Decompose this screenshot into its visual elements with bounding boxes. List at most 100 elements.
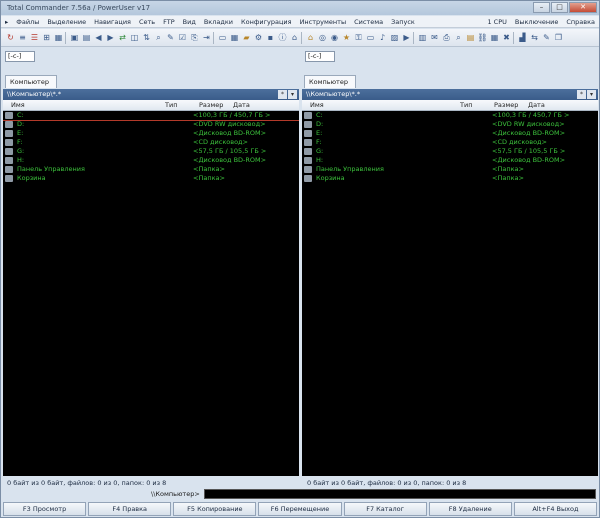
menu-configuration[interactable]: Конфигурация [237, 18, 296, 26]
unpack-icon[interactable]: ▤ [81, 32, 92, 43]
f5-copy-button[interactable]: F5 Копирование [173, 502, 257, 516]
list-item[interactable]: G: <57,5 ГБ / 105,5 ГБ > [302, 147, 598, 156]
list-item[interactable]: Панель Управления <Папка> [302, 165, 598, 174]
menu-cpu[interactable]: 1 CPU [483, 18, 510, 26]
favorites-icon[interactable]: ★ [341, 32, 352, 43]
left-path-dropdown-button[interactable]: ▾ [288, 90, 297, 99]
video-icon[interactable]: ▶ [401, 32, 412, 43]
f7-mkdir-button[interactable]: F7 Каталог [343, 502, 427, 516]
delete-icon[interactable]: ✖ [501, 32, 512, 43]
right-col-name[interactable]: Имя [310, 100, 324, 111]
window-icon[interactable]: ❐ [553, 32, 564, 43]
lock-icon[interactable]: ⚿ [353, 32, 364, 43]
brief-view-icon[interactable]: ≡ [17, 32, 28, 43]
forward-icon[interactable]: ▶ [105, 32, 116, 43]
link-icon[interactable]: ⛓ [477, 32, 488, 43]
compare-icon[interactable]: ◫ [129, 32, 140, 43]
thumbs-icon[interactable]: ▦ [53, 32, 64, 43]
folder-icon[interactable]: ▰ [241, 32, 252, 43]
notepad-icon[interactable]: ▭ [217, 32, 228, 43]
list-item[interactable]: H: <Дисковод BD-ROM> [302, 156, 598, 165]
copy-icon[interactable]: ⎘ [189, 32, 200, 43]
menu-selection[interactable]: Выделение [43, 18, 90, 26]
image-icon[interactable]: ▨ [389, 32, 400, 43]
exchange-icon[interactable]: ⇆ [529, 32, 540, 43]
right-path-dropdown-button[interactable]: ▾ [587, 90, 596, 99]
list-item[interactable]: G: <57,5 ГБ / 105,5 ГБ > [3, 147, 299, 156]
right-path-bar[interactable]: \\Компьютер\*.* * ▾ [302, 89, 598, 100]
archive-icon[interactable]: ▥ [417, 32, 428, 43]
list-item[interactable]: Корзина <Папка> [3, 174, 299, 183]
list-item[interactable]: F: <CD дисковод> [302, 138, 598, 147]
menu-files[interactable]: Файлы [12, 18, 43, 26]
list-item[interactable]: E: <Дисковод BD-ROM> [302, 129, 598, 138]
edit-icon[interactable]: ✎ [541, 32, 552, 43]
right-col-size[interactable]: Размер [494, 100, 518, 111]
left-tab-computer[interactable]: Компьютер [5, 75, 57, 88]
maximize-button[interactable]: □ [551, 2, 568, 13]
left-col-date[interactable]: Дата [233, 100, 250, 111]
note-icon[interactable]: ▤ [465, 32, 476, 43]
right-file-list[interactable]: C: <100,3 ГБ / 450,7 ГБ > D: <DVD RW диско… [302, 111, 598, 476]
menu-system-icon[interactable]: ▸ [1, 18, 12, 26]
pack-icon[interactable]: ▣ [69, 32, 80, 43]
list-item[interactable]: C: <100,3 ГБ / 450,7 ГБ > [3, 111, 299, 121]
left-path-bar[interactable]: \\Компьютер\*.* * ▾ [3, 89, 299, 100]
list-item[interactable]: F: <CD дисковод> [3, 138, 299, 147]
menu-ftp[interactable]: FTP [159, 18, 179, 26]
alt-f4-exit-button[interactable]: Alt+F4 Выход [513, 502, 597, 516]
full-view-icon[interactable]: ☰ [29, 32, 40, 43]
left-col-ext[interactable]: Тип [165, 100, 177, 111]
left-col-size[interactable]: Размер [199, 100, 223, 111]
minimize-button[interactable]: – [533, 2, 550, 13]
print-icon[interactable]: ⎙ [441, 32, 452, 43]
menu-network[interactable]: Сеть [135, 18, 159, 26]
left-col-name[interactable]: Имя [11, 100, 25, 111]
search-icon[interactable]: ⌕ [153, 32, 164, 43]
list-item[interactable]: D: <DVD RW дисковод> [3, 120, 299, 129]
mail-icon[interactable]: ✉ [429, 32, 440, 43]
right-col-date[interactable]: Дата [528, 100, 545, 111]
right-col-ext[interactable]: Тип [460, 100, 472, 111]
ftp-icon[interactable]: ⇅ [141, 32, 152, 43]
disk-icon[interactable]: ◉ [329, 32, 340, 43]
right-drive-select[interactable]: [-c-] [305, 50, 335, 62]
list-item[interactable]: H: <Дисковод BD-ROM> [3, 156, 299, 165]
f6-move-button[interactable]: F6 Перемещение [258, 502, 342, 516]
f3-view-button[interactable]: F3 Просмотр [3, 502, 87, 516]
left-file-list[interactable]: C: <100,3 ГБ / 450,7 ГБ > D: <DVD RW диско… [3, 111, 299, 476]
f4-edit-button[interactable]: F4 Правка [88, 502, 172, 516]
back-icon[interactable]: ◀ [93, 32, 104, 43]
zoom-icon[interactable]: ⌕ [453, 32, 464, 43]
menu-launch[interactable]: Запуск [387, 18, 419, 26]
cmd-icon[interactable]: ▪ [265, 32, 276, 43]
close-button[interactable]: ✕ [569, 2, 597, 13]
list-item[interactable]: Корзина <Папка> [302, 174, 598, 183]
select-icon[interactable]: ☑ [177, 32, 188, 43]
list-item[interactable]: Панель Управления <Папка> [3, 165, 299, 174]
list-item[interactable]: E: <Дисковод BD-ROM> [3, 129, 299, 138]
sync-icon[interactable]: ⇄ [117, 32, 128, 43]
left-path-history-button[interactable]: * [278, 90, 287, 99]
settings-icon[interactable]: ⚙ [253, 32, 264, 43]
right-tab-computer[interactable]: Компьютер [304, 75, 356, 88]
left-drive-select[interactable]: [-c-] [5, 50, 35, 62]
tree-icon[interactable]: ⊞ [41, 32, 52, 43]
rename-icon[interactable]: ✎ [165, 32, 176, 43]
table-icon[interactable]: ▦ [489, 32, 500, 43]
menu-help[interactable]: Справка [562, 18, 599, 26]
move-icon[interactable]: ⇥ [201, 32, 212, 43]
network-icon[interactable]: ⌂ [289, 32, 300, 43]
menu-navigation[interactable]: Навигация [90, 18, 135, 26]
cd-icon[interactable]: ◎ [317, 32, 328, 43]
right-path-history-button[interactable]: * [577, 90, 586, 99]
list-item[interactable]: D: <DVD RW дисковод> [302, 120, 598, 129]
command-line-input[interactable] [204, 489, 596, 499]
menu-system[interactable]: Система [350, 18, 387, 26]
info-icon[interactable]: ⓘ [277, 32, 288, 43]
menu-shutdown[interactable]: Выключение [511, 18, 562, 26]
calc-icon[interactable]: ▦ [229, 32, 240, 43]
list-item[interactable]: C: <100,3 ГБ / 450,7 ГБ > [302, 111, 598, 120]
music-icon[interactable]: ♪ [377, 32, 388, 43]
menu-view[interactable]: Вид [179, 18, 200, 26]
